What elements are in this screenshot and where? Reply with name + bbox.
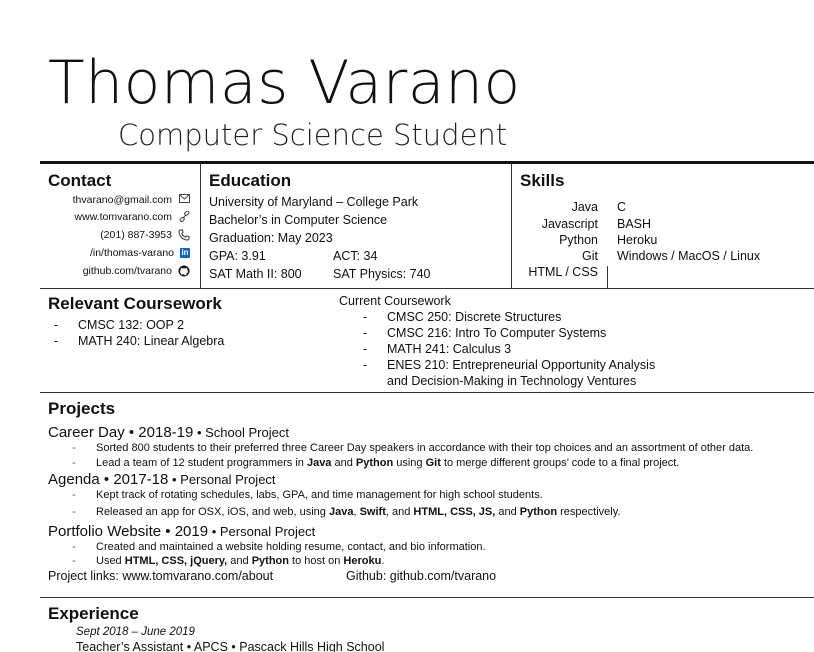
project-bullet: - Used HTML, CSS, jQuery, and Python to h…	[72, 555, 385, 567]
resume-name: Thomas Varano	[48, 48, 521, 118]
contact-phone[interactable]: (201) 887-3953	[100, 229, 190, 241]
section-divider	[40, 597, 814, 598]
experience-role: Teacher’s Assistant • APCS • Pascack Hil…	[76, 640, 385, 652]
skill-item: Windows / MacOS / Linux	[617, 249, 761, 263]
education-sat-math: SAT Math II: 800	[209, 267, 302, 281]
project-bullet: - Sorted 800 students to their preferred …	[72, 442, 754, 454]
column-divider-3	[607, 266, 608, 288]
education-sat-physics: SAT Physics: 740	[333, 267, 431, 281]
project-bullet: - Created and maintained a website holdin…	[72, 541, 486, 553]
column-divider-1	[200, 163, 201, 288]
current-course-item: - MATH 241: Calculus 3	[363, 342, 512, 356]
link-icon	[178, 210, 190, 223]
education-heading: Education	[209, 171, 292, 190]
contact-list: thvarano@gmail.com www.tomvarano.com (20…	[40, 190, 190, 285]
project-bullet: - Released an app for OSX, iOS, and web, …	[72, 506, 621, 518]
projects-heading: Projects	[48, 399, 116, 418]
education-graduation: Graduation: May 2023	[209, 231, 333, 245]
project-title-agenda: Agenda • 2017-18 • Personal Project	[48, 471, 276, 488]
current-coursework-heading: Current Coursework	[339, 294, 451, 308]
skills-heading: Skills	[520, 171, 565, 190]
project-title-portfolio: Portfolio Website • 2019 • Personal Proj…	[48, 523, 316, 540]
github-icon	[178, 265, 190, 277]
skill-item: HTML / CSS	[528, 265, 598, 279]
current-course-item: - CMSC 250: Discrete Structures	[363, 310, 562, 324]
github-link[interactable]: Github: github.com/tvarano	[346, 569, 496, 583]
project-title-career-day: Career Day • 2018-19 • School Project	[48, 424, 289, 441]
education-school: University of Maryland – College Park	[209, 195, 419, 209]
skill-item: Java	[571, 200, 598, 214]
phone-icon	[178, 229, 190, 241]
experience-dates: Sept 2018 – June 2019	[76, 626, 195, 638]
contact-email[interactable]: thvarano@gmail.com	[73, 194, 190, 206]
linkedin-icon: in	[180, 248, 190, 258]
skill-item: BASH	[617, 217, 652, 231]
contact-linkedin[interactable]: /in/thomas-varano in	[90, 247, 190, 259]
skill-item: Javascript	[541, 217, 598, 231]
project-links[interactable]: Project links: www.tomvarano.com/about	[48, 569, 273, 583]
project-bullet: - Lead a team of 12 student programmers i…	[72, 457, 680, 469]
contact-website[interactable]: www.tomvarano.com	[75, 210, 190, 223]
envelope-icon	[178, 194, 190, 206]
coursework-heading: Relevant Coursework	[48, 294, 222, 313]
section-divider	[40, 392, 814, 393]
course-item: - CMSC 132: OOP 2	[54, 318, 185, 332]
current-course-item: - CMSC 216: Intro To Computer Systems	[363, 326, 607, 340]
current-course-item-cont: and Decision-Making in Technology Ventur…	[387, 374, 637, 388]
skill-item: Git	[582, 249, 598, 263]
project-bullet: - Kept track of rotating schedules, labs,…	[72, 489, 543, 501]
course-item: - MATH 240: Linear Algebra	[54, 334, 225, 348]
experience-heading: Experience	[48, 604, 139, 623]
skill-item: Heroku	[617, 233, 658, 247]
column-divider-2	[511, 163, 512, 288]
skill-item: Python	[559, 233, 598, 247]
education-degree: Bachelor’s in Computer Science	[209, 213, 388, 227]
resume-subtitle: Computer Science Student	[118, 118, 508, 152]
skill-item: C	[617, 200, 627, 214]
education-gpa: GPA: 3.91	[209, 249, 266, 263]
contact-github[interactable]: github.com/tvarano	[83, 265, 190, 277]
header-divider	[40, 161, 814, 164]
current-course-item: - ENES 210: Entrepreneurial Opportunity A…	[363, 358, 656, 372]
education-act: ACT: 34	[333, 249, 378, 263]
contact-heading: Contact	[48, 171, 112, 190]
section-divider	[40, 288, 814, 289]
